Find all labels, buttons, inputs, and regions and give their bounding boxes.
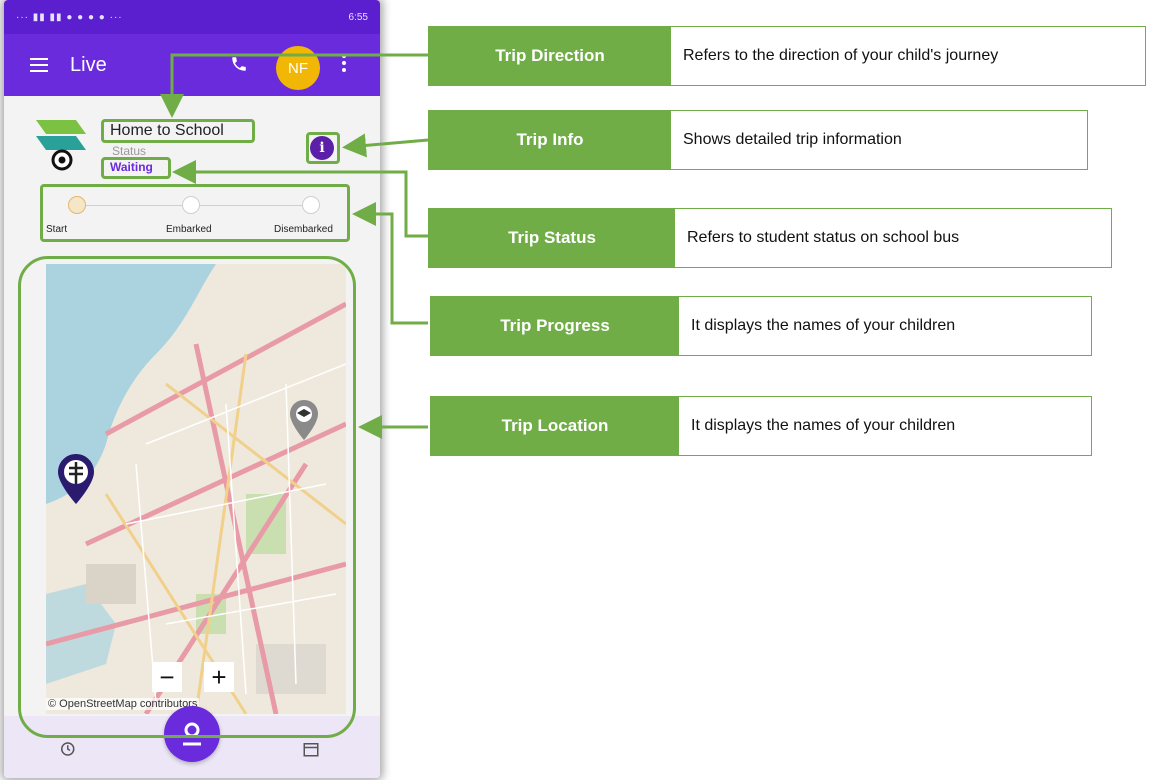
callout-label: Trip Status	[429, 209, 675, 267]
tutorial-stage: ··· ▮▮ ▮▮ ● ● ● ● ··· 6:55 Live NF Home …	[0, 0, 1167, 780]
callout-desc: It displays the names of your children	[691, 317, 956, 334]
callout-label: Trip Info	[429, 111, 671, 169]
callout-desc: Refers to student status on school bus	[687, 229, 960, 246]
callout-trip-info: Trip Info Shows detailed trip informatio…	[428, 110, 1088, 170]
callout-trip-progress: Trip Progress It displays the names of y…	[430, 296, 1092, 356]
callout-desc: Refers to the direction of your child's …	[683, 47, 999, 64]
callout-trip-direction: Trip Direction Refers to the direction o…	[428, 26, 1146, 86]
callout-trip-location: Trip Location It displays the names of y…	[430, 396, 1092, 456]
callout-desc: Shows detailed trip information	[683, 131, 902, 148]
callout-label: Trip Direction	[429, 27, 671, 85]
callout-desc: It displays the names of your children	[691, 417, 956, 434]
callout-trip-status: Trip Status Refers to student status on …	[428, 208, 1112, 268]
callout-label: Trip Progress	[431, 297, 679, 355]
callout-label: Trip Location	[431, 397, 679, 455]
